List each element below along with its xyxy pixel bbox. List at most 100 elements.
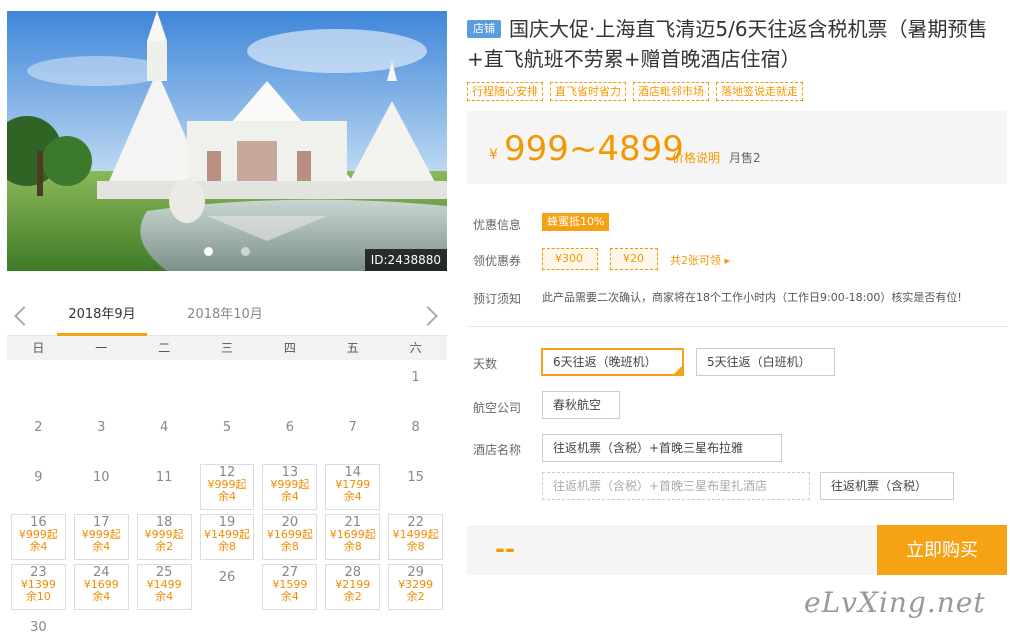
image-id-label: ID:2438880 [364,249,447,271]
buy-now-button[interactable]: 立即购买 [877,525,1007,575]
quantity-bar: -- [467,525,877,575]
calendar-day-cell: 30 [7,612,70,636]
day-cell-border [199,514,255,560]
calendar-day-cell [321,612,384,636]
calendar-day-cell[interactable]: 12 ¥999起 余4 [196,462,259,512]
calendar-day-cell: 7 [321,412,384,462]
hotel-option-1[interactable]: 往返机票（含税）+首晚三星布拉雅 [542,434,782,462]
temple-illustration [7,11,447,271]
calendar-day-cell [133,612,196,636]
price-range: 999~4899 [504,129,684,169]
day-number [321,362,384,370]
calendar-day-cell[interactable]: 23 ¥1399 余10 [7,562,70,612]
day-cell-border [325,514,381,560]
calendar-day-cell[interactable]: 28 ¥2199 余2 [321,562,384,612]
day-number [258,362,321,370]
day-cell-border [262,464,318,510]
feature-tags: 行程随心安排 直飞省时省力 酒店毗邻市场 落地签说走就走 [467,82,810,101]
day-number [70,612,133,620]
feature-tag: 酒店毗邻市场 [633,82,709,101]
day-number: 4 [160,420,169,435]
day-number: 15 [407,470,424,485]
days-option-label: 6天往返（晚班机） [553,355,657,369]
calendar-week-row: 23 ¥1399 余10 24 ¥1699 余4 25 ¥1499 余4 26 27 ¥1599 余4 2… [7,562,447,612]
price-explain-link[interactable]: 价格说明 [672,149,720,166]
feature-tag: 落地签说走就走 [716,82,803,101]
weekday: 三 [221,341,234,355]
hotel-option-2[interactable]: 往返机票（含税）+首晚三星布里扎酒店 [542,472,810,500]
day-cell-border [262,514,318,560]
calendar-day-cell [196,612,259,636]
calendar-day-cell[interactable]: 25 ¥1499 余4 [133,562,196,612]
calendar-week-row: 1 [7,362,447,412]
calendar-day-cell[interactable]: 24 ¥1699 余4 [70,562,133,612]
calendar-day-cell[interactable]: 17 ¥999起 余4 [70,512,133,562]
shop-badge: 店铺 [467,20,501,38]
promo-badge: 蜂蜜抵10% [542,213,610,231]
hero-image[interactable]: ID:2438880 [7,11,447,271]
quantity-value[interactable]: -- [495,535,515,563]
calendar-day-cell: 5 [196,412,259,462]
calendar-day-cell[interactable]: 16 ¥999起 余4 [7,512,70,562]
day-cell-border [325,464,381,510]
calendar-day-cell: 10 [70,462,133,512]
calendar-day-cell[interactable]: 27 ¥1599 余4 [258,562,321,612]
calendar-day-cell: 8 [384,412,447,462]
prev-month-icon[interactable] [14,306,34,326]
weekday: 日 [32,341,45,355]
next-month-icon[interactable] [418,306,438,326]
day-cell-border [388,564,444,610]
coupon-20[interactable]: ¥20 [610,248,658,270]
day-number: 7 [348,420,357,435]
day-number [7,362,70,370]
days-option-5[interactable]: 5天往返（白班机） [696,348,835,376]
calendar-day-cell: 3 [70,412,133,462]
day-number: 6 [285,420,294,435]
calendar-day-cell [196,362,259,412]
calendar-week-row: 16 ¥999起 余4 17 ¥999起 余4 18 ¥999起 余2 19 ¥1499起 余8 20 ¥… [7,512,447,562]
calendar-day-cell[interactable]: 21 ¥1699起 余8 [321,512,384,562]
weekday: 五 [346,341,359,355]
day-number [133,362,196,370]
days-option-6[interactable]: 6天往返（晚班机） [541,348,684,376]
calendar-day-cell [70,362,133,412]
carousel-dot[interactable] [241,247,250,256]
hotel-label: 酒店名称 [473,443,522,457]
tab-month-sep[interactable]: 2018年9月 [57,306,147,336]
feature-tag: 行程随心安排 [467,82,543,101]
day-number: 3 [97,420,106,435]
day-number [321,612,384,620]
price-panel: ¥ 999~4899 价格说明 月售2 [467,111,1007,184]
coupon-more-link[interactable]: 共2张可领 ▸ [670,252,730,268]
calendar-day-cell: 26 [196,562,259,612]
calendar-day-cell[interactable]: 18 ¥999起 余2 [133,512,196,562]
airline-option[interactable]: 春秋航空 [542,391,620,419]
tab-month-oct[interactable]: 2018年10月 [175,306,275,336]
weekday: 四 [283,341,296,355]
calendar-day-cell[interactable]: 29 ¥3299 余2 [384,562,447,612]
coupon-300[interactable]: ¥300 [542,248,598,270]
calendar-week-row: 2 3 4 5 6 7 8 [7,412,447,462]
calendar-day-cell [258,362,321,412]
weekday: 六 [409,341,422,355]
day-cell-border [11,514,66,560]
calendar-day-cell [70,612,133,636]
watermark: eLvXing.net [804,586,986,619]
calendar-day-cell: 6 [258,412,321,462]
calendar-day-cell[interactable]: 13 ¥999起 余4 [258,462,321,512]
day-number: 2 [34,420,43,435]
check-corner-icon [673,365,683,375]
hotel-option-3[interactable]: 往返机票（含税） [820,472,954,500]
carousel-dot[interactable] [204,247,213,256]
calendar-week-row: 30 [7,612,447,636]
calendar-day-cell[interactable]: 14 ¥1799 余4 [321,462,384,512]
weekday: 一 [95,341,108,355]
coupon-label: 领优惠券 [473,254,522,268]
day-number: 1 [411,370,420,385]
day-cell-border [136,564,192,610]
calendar-day-cell[interactable]: 20 ¥1699起 余8 [258,512,321,562]
calendar-day-cell: 2 [7,412,70,462]
calendar-day-cell[interactable]: 19 ¥1499起 余8 [196,512,259,562]
calendar-day-cell[interactable]: 22 ¥1499起 余8 [384,512,447,562]
calendar-day-cell: 4 [133,412,196,462]
